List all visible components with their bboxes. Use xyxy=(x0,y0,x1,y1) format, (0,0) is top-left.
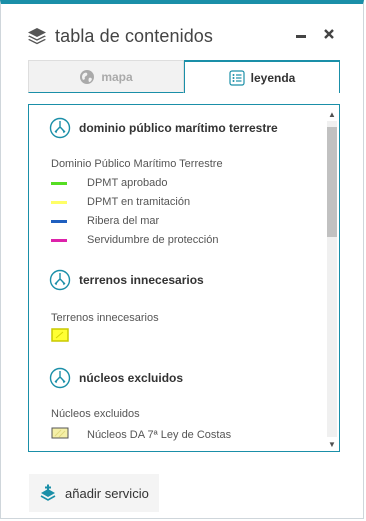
legend-swatch xyxy=(51,328,69,345)
legend-swatch xyxy=(51,219,67,223)
legend-group-header[interactable]: terrenos innecesarios xyxy=(49,269,204,291)
legend-layer-title: Dominio Público Marítimo Terrestre xyxy=(51,158,223,170)
legend-group-title: núcleos excluidos xyxy=(79,371,184,385)
close-icon xyxy=(323,27,335,45)
legend-item-label: Ribera del mar xyxy=(87,215,160,227)
tab-mapa-label: mapa xyxy=(101,69,133,84)
legend-layer-title: Terrenos innecesarios xyxy=(51,312,159,324)
legend-scrollbar[interactable]: ▲ ▼ xyxy=(327,109,337,449)
legend-layer-title: Núcleos excluidos xyxy=(51,408,140,420)
legend-swatch xyxy=(51,200,67,204)
globe-icon xyxy=(79,69,95,85)
scroll-down-icon[interactable]: ▼ xyxy=(327,439,337,449)
legend-item xyxy=(51,328,69,345)
add-service-label: añadir servicio xyxy=(65,485,149,501)
minimize-icon xyxy=(295,27,307,45)
legend-item-label: Núcleos DA 7ª Ley de Costas xyxy=(87,428,232,441)
tab-leyenda[interactable]: leyenda xyxy=(184,60,340,93)
legend-content: dominio público marítimo terrestre Domin… xyxy=(28,104,340,452)
legend-item: DPMT aprobado xyxy=(51,177,168,189)
tab-bar: mapa leyenda xyxy=(28,60,340,93)
legend-group-title: dominio público marítimo terrestre xyxy=(79,121,278,135)
legend-swatch xyxy=(51,427,69,442)
add-service-icon xyxy=(39,484,57,502)
scroll-up-icon[interactable]: ▲ xyxy=(327,109,337,119)
tab-mapa[interactable]: mapa xyxy=(28,60,184,93)
service-icon xyxy=(49,367,71,389)
legend-group-header[interactable]: núcleos excluidos xyxy=(49,367,183,389)
tab-leyenda-label: leyenda xyxy=(250,70,296,85)
legend-swatch xyxy=(51,181,67,185)
legend-item: Ribera del mar xyxy=(51,215,159,227)
service-icon xyxy=(49,269,71,291)
add-service-button[interactable]: añadir servicio xyxy=(29,474,159,512)
minimize-button[interactable] xyxy=(293,28,309,44)
panel-title: tabla de contenidos xyxy=(55,25,214,46)
legend-swatch xyxy=(51,238,67,242)
legend-item-label: DPMT en tramitación xyxy=(87,196,191,208)
layers-icon xyxy=(27,26,47,46)
legend-group-header[interactable]: dominio público marítimo terrestre xyxy=(49,117,278,139)
legend-item: Servidumbre de protección xyxy=(51,234,218,246)
close-button[interactable] xyxy=(321,28,337,44)
service-icon xyxy=(49,117,71,139)
legend-item: DPMT en tramitación xyxy=(51,196,190,208)
scroll-thumb[interactable] xyxy=(327,127,337,237)
legend-group-title: terrenos innecesarios xyxy=(79,273,204,287)
legend-item-label: DPMT aprobado xyxy=(87,177,168,189)
panel-header: tabla de contenidos xyxy=(27,22,213,50)
toc-panel: tabla de contenidos mapa leyenda dominio… xyxy=(0,0,364,519)
legend-item-label: Servidumbre de protección xyxy=(87,234,219,246)
legend-item: Núcleos DA 7ª Ley de Costas xyxy=(51,427,231,442)
legend-icon xyxy=(229,69,245,86)
